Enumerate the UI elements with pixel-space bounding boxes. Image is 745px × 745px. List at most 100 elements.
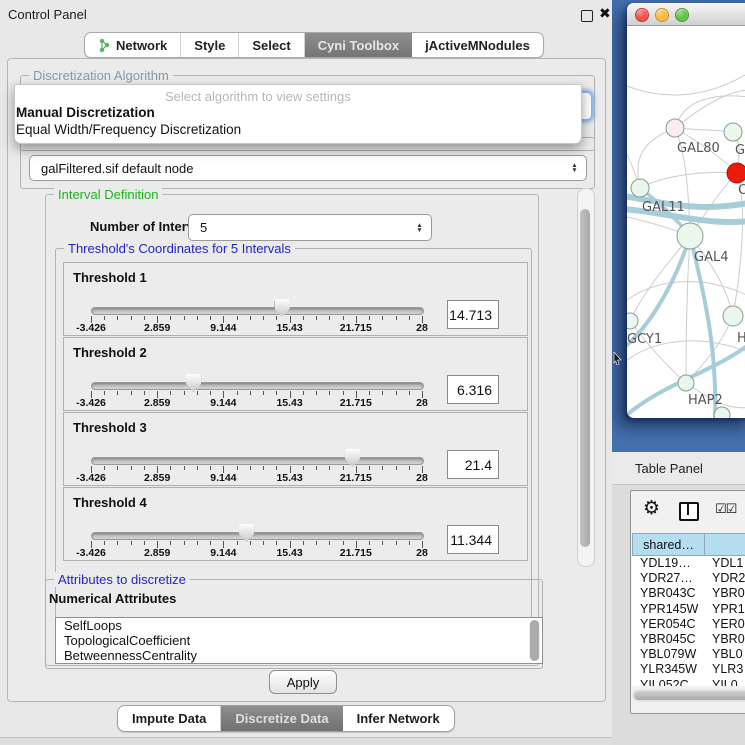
column-header-name[interactable]: na	[705, 533, 745, 556]
cell-name[interactable]: YPR1	[706, 602, 745, 617]
close-icon[interactable]: ✖	[599, 5, 611, 22]
tab-cyni-toolbox[interactable]: Cyni Toolbox	[305, 33, 412, 57]
slider-track[interactable]	[91, 307, 424, 315]
tab-discretize-data[interactable]: Discretize Data	[221, 706, 342, 731]
tab-infer-network[interactable]: Infer Network	[343, 706, 454, 731]
attribute-list-item[interactable]: SelfLoops	[56, 618, 542, 633]
network-node-green[interactable]	[627, 313, 638, 329]
table-data-combobox[interactable]: galFiltered.sif default node ▲▼	[29, 155, 587, 181]
cell-shared-name[interactable]: YPR145W	[632, 602, 706, 617]
cell-name[interactable]: YBL0	[706, 647, 743, 662]
minor-tick	[276, 391, 277, 395]
tab-select[interactable]: Select	[239, 33, 304, 57]
network-edge[interactable]	[640, 172, 737, 188]
table-row[interactable]: YER054CYER0	[632, 617, 745, 632]
cell-name[interactable]: YDR2	[706, 571, 745, 586]
close-traffic-light[interactable]	[635, 8, 649, 22]
network-edge[interactable]	[690, 236, 733, 316]
minimize-traffic-light[interactable]	[655, 8, 669, 22]
attribute-list-item[interactable]: BetweennessCentrality	[56, 648, 542, 663]
cell-shared-name[interactable]: YLR345W	[632, 662, 706, 677]
cell-shared-name[interactable]: YDL19…	[632, 556, 706, 571]
threshold-coordinates-title: Threshold's Coordinates for 5 Intervals	[64, 241, 295, 256]
settings-scrollbar[interactable]	[577, 188, 595, 567]
minor-tick	[329, 316, 330, 320]
threshold-value-input[interactable]: 14.713	[447, 300, 499, 329]
network-window-titlebar	[627, 3, 745, 26]
tab-network[interactable]: Network	[85, 33, 181, 57]
cell-name[interactable]: YER0	[706, 617, 745, 632]
network-node-green[interactable]	[723, 306, 743, 326]
cell-shared-name[interactable]: YDR27…	[632, 571, 706, 586]
network-edge[interactable]	[686, 236, 690, 383]
attribute-list-item[interactable]: TopologicalCoefficient	[56, 633, 542, 648]
cell-shared-name[interactable]: YBL079W	[632, 647, 706, 662]
numerical-attributes-list[interactable]: SelfLoopsTopologicalCoefficientBetweenne…	[55, 617, 543, 664]
network-node-green[interactable]	[714, 407, 730, 418]
tab-jactivemnodules[interactable]: jActiveMNodules	[412, 33, 543, 57]
threshold-value-input[interactable]: 21.4	[447, 450, 499, 479]
dropdown-option[interactable]: Manual Discretization	[16, 105, 155, 120]
network-canvas[interactable]: GAL80GACGAL11GAL4GCY1HHAP2	[627, 26, 745, 418]
network-edge[interactable]	[627, 64, 745, 95]
table-row[interactable]: YPR145WYPR1	[632, 602, 745, 617]
tab-impute-data[interactable]: Impute Data	[118, 706, 221, 731]
slider-track[interactable]	[91, 532, 424, 540]
mouse-cursor	[613, 352, 622, 365]
network-edge[interactable]	[630, 236, 690, 321]
network-edge[interactable]	[638, 128, 675, 188]
tab-label: Select	[252, 38, 290, 53]
threshold-value-input[interactable]: 6.316	[447, 375, 499, 404]
table-row[interactable]: YLR345WYLR3	[632, 662, 745, 677]
threshold-label: Threshold 4	[73, 495, 147, 510]
tab-style[interactable]: Style	[181, 33, 239, 57]
cell-name[interactable]: YBR0	[706, 632, 745, 647]
gear-icon[interactable]: ⚙	[643, 497, 660, 520]
dropdown-option[interactable]: Equal Width/Frequency Discretization	[16, 122, 241, 137]
cell-name[interactable]: YDL1	[706, 556, 743, 571]
column-header-shared-name[interactable]: shared…	[632, 533, 705, 556]
minor-tick	[369, 316, 370, 320]
network-node-green[interactable]	[678, 375, 694, 391]
table-row[interactable]: YDL19…YDL1	[632, 556, 745, 571]
slider-track[interactable]	[91, 382, 424, 390]
cell-name[interactable]: YLR3	[706, 662, 743, 677]
network-node-pink[interactable]	[666, 119, 684, 137]
float-window-icon[interactable]	[581, 10, 593, 22]
network-edge[interactable]	[627, 282, 745, 305]
settings-scrollbar-thumb[interactable]	[580, 209, 590, 547]
cell-shared-name[interactable]: YBR045C	[632, 632, 706, 647]
zoom-traffic-light[interactable]	[675, 8, 689, 22]
cell-shared-name[interactable]: YER054C	[632, 617, 706, 632]
list-scrollbar-thumb[interactable]	[530, 620, 539, 661]
select-columns-icon[interactable]: ☑☑	[715, 501, 736, 517]
node-label: H	[737, 331, 745, 346]
cell-name[interactable]: YBR0	[706, 586, 745, 601]
apply-button[interactable]: Apply	[269, 670, 337, 694]
number-of-intervals-combobox[interactable]: 5 ▲▼	[188, 214, 432, 241]
slider-track[interactable]	[91, 457, 424, 465]
cell-name[interactable]: YIL0	[706, 678, 738, 687]
threshold-value-input[interactable]: 11.344	[447, 525, 499, 554]
minor-tick	[117, 391, 118, 395]
table-row[interactable]: YBR045CYBR0	[632, 632, 745, 647]
minor-tick	[369, 541, 370, 545]
network-node-green[interactable]	[677, 223, 703, 249]
cell-shared-name[interactable]: YIL052C	[632, 678, 706, 687]
network-node-green[interactable]	[631, 179, 649, 197]
list-scrollbar[interactable]	[529, 620, 540, 661]
node-label: GAL11	[642, 200, 685, 215]
table-row[interactable]: YIL052CYIL0	[632, 678, 745, 687]
network-node-green[interactable]	[724, 123, 742, 141]
tick-label: 15.43	[276, 322, 302, 334]
minor-tick	[316, 316, 317, 320]
network-edge[interactable]	[630, 321, 686, 383]
table-row[interactable]: YBL079WYBL0	[632, 647, 745, 662]
table-row[interactable]: YBR043CYBR0	[632, 586, 745, 601]
network-node-red[interactable]	[727, 163, 745, 183]
cell-shared-name[interactable]: YBR043C	[632, 586, 706, 601]
table-row[interactable]: YDR27…YDR2	[632, 571, 745, 586]
table-hscrollbar-thumb[interactable]	[634, 691, 745, 700]
split-columns-icon[interactable]	[679, 502, 699, 521]
table-horizontal-scrollbar[interactable]	[632, 689, 745, 702]
